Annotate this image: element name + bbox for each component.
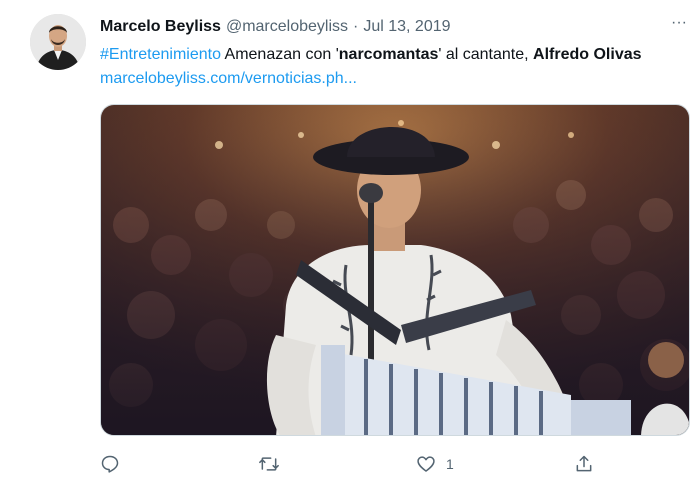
tweet-text-bold1: narcomantas [338,46,439,63]
tweet-text: #Entretenimiento Amenazan con 'narcomant… [100,43,692,91]
article-link[interactable]: marcelobeyliss.com/vernoticias.ph... [100,70,357,87]
tweet-date[interactable]: Jul 13, 2019 [363,18,450,36]
retweet-button[interactable] [258,450,290,478]
share-icon [576,455,592,472]
tweet-text-part2: ' al cantante, [438,46,534,63]
hashtag-link[interactable]: #Entretenimiento [100,46,221,63]
tweet-text-part1: Amenazan con ' [220,46,339,63]
tweet-text-bold2: Alfredo Olivas [533,46,642,63]
author-handle[interactable]: @marcelobeyliss [226,18,348,36]
reply-icon [101,455,119,473]
reply-button[interactable] [100,450,130,478]
tweet[interactable]: Marcelo Beyliss @marcelobeyliss · Jul 13… [0,0,700,489]
tweet-actions: 1 [100,450,600,478]
more-options-icon[interactable]: ··· [668,15,690,36]
avatar-image [30,14,86,70]
author-display-name[interactable]: Marcelo Beyliss [100,18,221,36]
like-button[interactable]: 1 [416,450,454,478]
separator-dot: · [353,18,359,35]
photo-singer-accordion-icon [101,105,689,435]
retweet-icon [259,457,279,471]
share-button[interactable] [574,450,604,478]
tweet-media-image[interactable] [100,104,690,436]
heart-icon [417,456,435,472]
avatar[interactable] [30,14,86,70]
like-count: 1 [446,456,454,472]
tweet-header: Marcelo Beyliss @marcelobeyliss · Jul 13… [100,16,686,38]
